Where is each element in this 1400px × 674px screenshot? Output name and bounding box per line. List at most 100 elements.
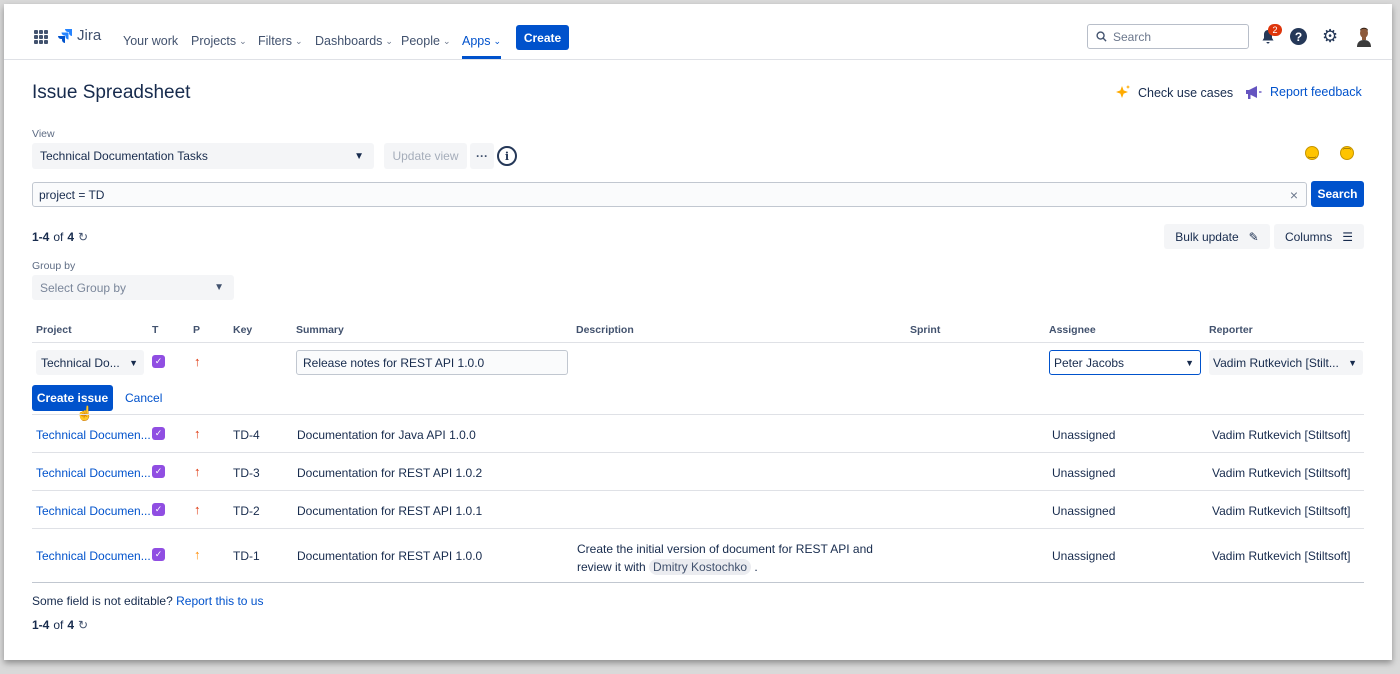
jira-logo[interactable]: Jira [57,27,101,44]
columns-button[interactable]: Columns ☰ [1274,224,1364,249]
row-summary[interactable]: Documentation for REST API 1.0.2 [297,466,482,480]
row-description[interactable]: Create the initial version of document f… [577,540,902,576]
refresh-icon[interactable]: ↻ [78,618,88,632]
nav-label: People [401,34,440,48]
column-header-reporter[interactable]: Reporter [1209,324,1253,336]
column-header-summary[interactable]: Summary [296,324,344,336]
row-key[interactable]: TD-2 [233,504,260,518]
footer-note-text: Some field is not editable? [32,594,173,608]
app-switcher-icon[interactable] [34,30,48,44]
check-use-cases-link[interactable]: Check use cases [1114,84,1233,102]
nav-your-work[interactable]: Your work [123,34,178,48]
row-assignee[interactable]: Unassigned [1052,504,1115,518]
top-navigation: Jira Your work Projects ⌄ Filters ⌄ Dashbo… [4,4,1392,60]
view-label: View [32,128,55,140]
results-range: 1-4 [32,618,50,632]
update-view-button[interactable]: Update view [384,143,467,169]
user-avatar[interactable] [1356,27,1372,47]
group-by-label: Group by [32,260,76,272]
bulk-update-button[interactable]: Bulk update ✎ [1164,224,1270,249]
user-mention[interactable]: Dmitry Kostochko [649,559,752,575]
row-assignee[interactable]: Unassigned [1052,466,1115,480]
row-project-link[interactable]: Technical Documen... [36,504,151,518]
help-icon[interactable]: ? [1290,28,1307,45]
app-window: Jira Your work Projects ⌄ Filters ⌄ Dashbo… [4,4,1392,660]
list-icon: ☰ [1342,229,1354,244]
column-header-type[interactable]: T [152,324,158,336]
clear-icon[interactable]: × [1290,187,1298,203]
column-header-key[interactable]: Key [233,324,252,336]
active-tab-indicator [462,56,501,59]
jql-query-input[interactable]: project = TD × [32,182,1307,207]
happy-face-icon[interactable]: ‿ [1305,146,1319,160]
report-feedback-label: Report feedback [1270,85,1362,99]
row-reporter[interactable]: Vadim Rutkevich [Stiltsoft] [1212,428,1351,442]
divider [32,342,1364,343]
row-key[interactable]: TD-1 [233,549,260,563]
nav-label: Projects [191,34,237,48]
megaphone-icon [1246,86,1262,99]
report-feedback-link[interactable]: Report feedback [1244,84,1362,100]
column-header-assignee[interactable]: Assignee [1049,324,1096,336]
issue-type-icon: ✓ [152,465,165,478]
new-issue-reporter-value: Vadim Rutkevich [Stilt... [1213,355,1339,370]
row-reporter[interactable]: Vadim Rutkevich [Stiltsoft] [1212,549,1351,563]
row-reporter[interactable]: Vadim Rutkevich [Stiltsoft] [1212,466,1351,480]
row-reporter[interactable]: Vadim Rutkevich [Stiltsoft] [1212,504,1351,518]
row-key[interactable]: TD-3 [233,466,260,480]
search-button[interactable]: Search [1311,181,1364,207]
nav-filters[interactable]: Filters ⌄ [258,34,303,48]
issue-type-icon: ✓ [152,427,165,440]
view-select[interactable]: Technical Documentation Tasks ▼ [32,143,374,169]
jql-query-text: project = TD [39,187,105,202]
page-title: Issue Spreadsheet [32,82,191,103]
report-link[interactable]: Report this to us [176,594,263,608]
row-summary[interactable]: Documentation for Java API 1.0.0 [297,428,476,442]
more-actions-button[interactable]: ··· [470,143,494,169]
divider [32,528,1364,529]
high-priority-icon[interactable]: ↑ [194,354,201,369]
info-icon[interactable]: i [497,146,517,166]
results-range: 1-4 [32,230,50,244]
description-end: . [754,560,758,574]
results-total: 4 [67,618,75,632]
settings-icon[interactable]: ⚙ [1322,26,1338,47]
pencil-icon: ✎ [1248,229,1259,244]
row-project-link[interactable]: Technical Documen... [36,466,151,480]
global-search-input[interactable]: Search [1087,24,1249,49]
new-issue-assignee-select[interactable]: Peter Jacobs ▼ [1049,350,1201,375]
row-key[interactable]: TD-4 [233,428,260,442]
chevron-down-icon: ⌄ [239,35,247,46]
nav-apps[interactable]: Apps ⌄ [462,34,501,48]
row-project-link[interactable]: Technical Documen... [36,428,151,442]
group-by-select[interactable]: Select Group by ▼ [32,275,234,300]
row-assignee[interactable]: Unassigned [1052,428,1115,442]
row-summary[interactable]: Documentation for REST API 1.0.0 [297,549,482,563]
issue-type-icon[interactable]: ✓ [152,355,165,368]
new-issue-summary-input[interactable]: Release notes for REST API 1.0.0 [296,350,568,375]
create-issue-button[interactable]: Create issue [32,385,113,411]
sad-face-icon[interactable]: ⁀ [1340,146,1354,160]
chevron-down-icon: ⌄ [295,35,303,46]
column-header-priority[interactable]: P [193,324,200,336]
nav-label: Apps [462,34,491,48]
column-header-description[interactable]: Description [576,324,634,336]
refresh-icon[interactable]: ↻ [78,230,88,244]
nav-dashboards[interactable]: Dashboards ⌄ [315,34,393,48]
row-project-link[interactable]: Technical Documen... [36,549,151,563]
divider [32,490,1364,491]
cancel-button[interactable]: Cancel [125,391,162,405]
row-summary[interactable]: Documentation for REST API 1.0.1 [297,504,482,518]
new-issue-reporter-select[interactable]: Vadim Rutkevich [Stilt... ▼ [1209,350,1363,375]
bulk-update-label: Bulk update [1175,229,1239,244]
divider [32,452,1364,453]
nav-people[interactable]: People ⌄ [401,34,450,48]
new-issue-project-select[interactable]: Technical Do... ▼ [36,350,144,375]
nav-projects[interactable]: Projects ⌄ [191,34,247,48]
search-placeholder: Search [1113,29,1152,44]
column-header-project[interactable]: Project [36,324,72,336]
row-assignee[interactable]: Unassigned [1052,549,1115,563]
nav-label: Filters [258,34,293,48]
create-button[interactable]: Create [516,25,569,50]
column-header-sprint[interactable]: Sprint [910,324,940,336]
